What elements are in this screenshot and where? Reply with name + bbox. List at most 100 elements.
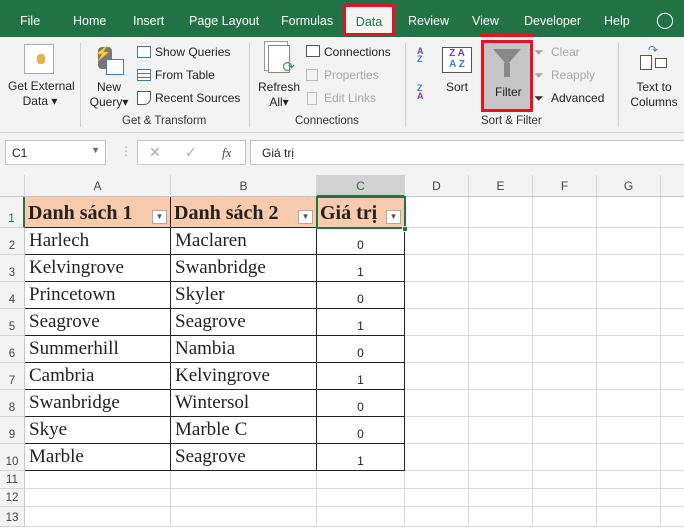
empty-cell[interactable] xyxy=(469,507,533,527)
empty-cell[interactable] xyxy=(533,228,597,255)
recent-sources-button[interactable]: Recent Sources xyxy=(155,91,240,105)
table-cell[interactable]: Harlech xyxy=(25,228,171,255)
empty-cell[interactable] xyxy=(469,255,533,282)
connections-button[interactable]: Connections xyxy=(324,45,391,59)
insert-function-icon[interactable]: fx xyxy=(222,145,231,161)
tab-page-layout[interactable]: Page Layout xyxy=(189,14,259,28)
table-cell[interactable]: Kelvingrove xyxy=(171,363,317,390)
empty-cell[interactable] xyxy=(469,471,533,489)
advanced-button[interactable]: Advanced xyxy=(551,91,604,105)
empty-cell[interactable] xyxy=(469,228,533,255)
empty-cell[interactable] xyxy=(661,363,684,390)
table-cell[interactable]: 1 xyxy=(317,363,405,390)
reapply-button[interactable]: Reapply xyxy=(551,68,595,82)
empty-cell[interactable] xyxy=(661,197,684,228)
empty-cell[interactable] xyxy=(469,363,533,390)
empty-cell[interactable] xyxy=(469,309,533,336)
table-cell[interactable]: Swanbridge xyxy=(171,255,317,282)
empty-cell[interactable] xyxy=(533,336,597,363)
empty-cell[interactable] xyxy=(661,282,684,309)
clear-button[interactable]: Clear xyxy=(551,45,580,59)
empty-cell[interactable] xyxy=(597,507,661,527)
new-query-button[interactable]: New Query▾ xyxy=(88,80,130,110)
show-queries-button[interactable]: Show Queries xyxy=(155,45,230,59)
filter-button[interactable]: Filter xyxy=(481,40,533,112)
empty-cell[interactable] xyxy=(533,197,597,228)
empty-cell[interactable] xyxy=(469,417,533,444)
table-cell[interactable]: Kelvingrove xyxy=(25,255,171,282)
column-header-B[interactable]: B xyxy=(171,175,317,197)
tab-data[interactable]: Data xyxy=(343,4,395,36)
empty-cell[interactable] xyxy=(533,390,597,417)
empty-cell[interactable] xyxy=(533,363,597,390)
empty-cell[interactable] xyxy=(533,444,597,471)
row-header[interactable]: 11 xyxy=(0,471,25,489)
table-cell[interactable]: Maclaren xyxy=(171,228,317,255)
empty-cell[interactable] xyxy=(405,417,469,444)
column-header-G[interactable]: G xyxy=(597,175,661,197)
table-cell[interactable]: Marble xyxy=(25,444,171,471)
empty-cell[interactable] xyxy=(661,507,684,527)
empty-cell[interactable] xyxy=(25,489,171,507)
sort-z-a-icon[interactable]: ZA xyxy=(417,84,424,101)
empty-cell[interactable] xyxy=(469,336,533,363)
empty-cell[interactable] xyxy=(661,228,684,255)
row-header[interactable]: 3 xyxy=(0,255,25,282)
empty-cell[interactable] xyxy=(597,417,661,444)
row-header[interactable]: 8 xyxy=(0,390,25,417)
empty-cell[interactable] xyxy=(171,489,317,507)
empty-cell[interactable] xyxy=(533,471,597,489)
table-cell[interactable]: 1 xyxy=(317,444,405,471)
empty-cell[interactable] xyxy=(597,255,661,282)
row-header[interactable]: 13 xyxy=(0,507,25,527)
empty-cell[interactable] xyxy=(405,444,469,471)
table-header-cell[interactable]: Danh sách 1 ▼ xyxy=(25,197,171,228)
empty-cell[interactable] xyxy=(405,390,469,417)
table-cell[interactable]: Swanbridge xyxy=(25,390,171,417)
table-cell[interactable]: Summerhill xyxy=(25,336,171,363)
formula-input[interactable]: Giá trị xyxy=(250,140,684,165)
table-cell[interactable]: Seagrove xyxy=(171,309,317,336)
row-header[interactable]: 2 xyxy=(0,228,25,255)
empty-cell[interactable] xyxy=(405,363,469,390)
tab-help[interactable]: Help xyxy=(604,14,630,28)
tab-insert[interactable]: Insert xyxy=(133,14,164,28)
row-header[interactable]: 5 xyxy=(0,309,25,336)
edit-links-button[interactable]: Edit Links xyxy=(324,91,376,105)
empty-cell[interactable] xyxy=(661,309,684,336)
column-header-F[interactable]: F xyxy=(533,175,597,197)
text-to-columns-button[interactable]: Text to Columns xyxy=(627,80,681,110)
table-cell[interactable]: 0 xyxy=(317,282,405,309)
empty-cell[interactable] xyxy=(469,282,533,309)
empty-cell[interactable] xyxy=(25,471,171,489)
empty-cell[interactable] xyxy=(597,363,661,390)
table-cell[interactable]: Wintersol xyxy=(171,390,317,417)
column-header-C[interactable]: C xyxy=(317,175,405,197)
filter-dropdown-icon[interactable]: ▼ xyxy=(152,210,167,224)
empty-cell[interactable] xyxy=(405,197,469,228)
empty-cell[interactable] xyxy=(317,471,405,489)
empty-cell[interactable] xyxy=(597,197,661,228)
column-header-A[interactable]: A xyxy=(25,175,171,197)
table-cell[interactable]: 0 xyxy=(317,390,405,417)
empty-cell[interactable] xyxy=(317,489,405,507)
enter-icon[interactable]: ✓ xyxy=(185,144,197,161)
empty-cell[interactable] xyxy=(533,309,597,336)
row-header[interactable]: 6 xyxy=(0,336,25,363)
sort-a-z-icon[interactable]: AZ xyxy=(417,47,424,64)
empty-cell[interactable] xyxy=(533,282,597,309)
column-header-E[interactable]: E xyxy=(469,175,533,197)
empty-cell[interactable] xyxy=(661,471,684,489)
empty-cell[interactable] xyxy=(597,336,661,363)
tab-formulas[interactable]: Formulas xyxy=(281,14,333,28)
name-box[interactable]: C1 ▼ xyxy=(5,140,106,165)
empty-cell[interactable] xyxy=(25,507,171,527)
column-header-D[interactable]: D xyxy=(405,175,469,197)
empty-cell[interactable] xyxy=(661,444,684,471)
refresh-all-button[interactable]: Refresh All▾ xyxy=(258,80,300,110)
empty-cell[interactable] xyxy=(533,507,597,527)
tab-developer[interactable]: Developer xyxy=(524,14,581,28)
empty-cell[interactable] xyxy=(533,489,597,507)
table-cell[interactable]: Skye xyxy=(25,417,171,444)
table-cell[interactable]: 0 xyxy=(317,228,405,255)
